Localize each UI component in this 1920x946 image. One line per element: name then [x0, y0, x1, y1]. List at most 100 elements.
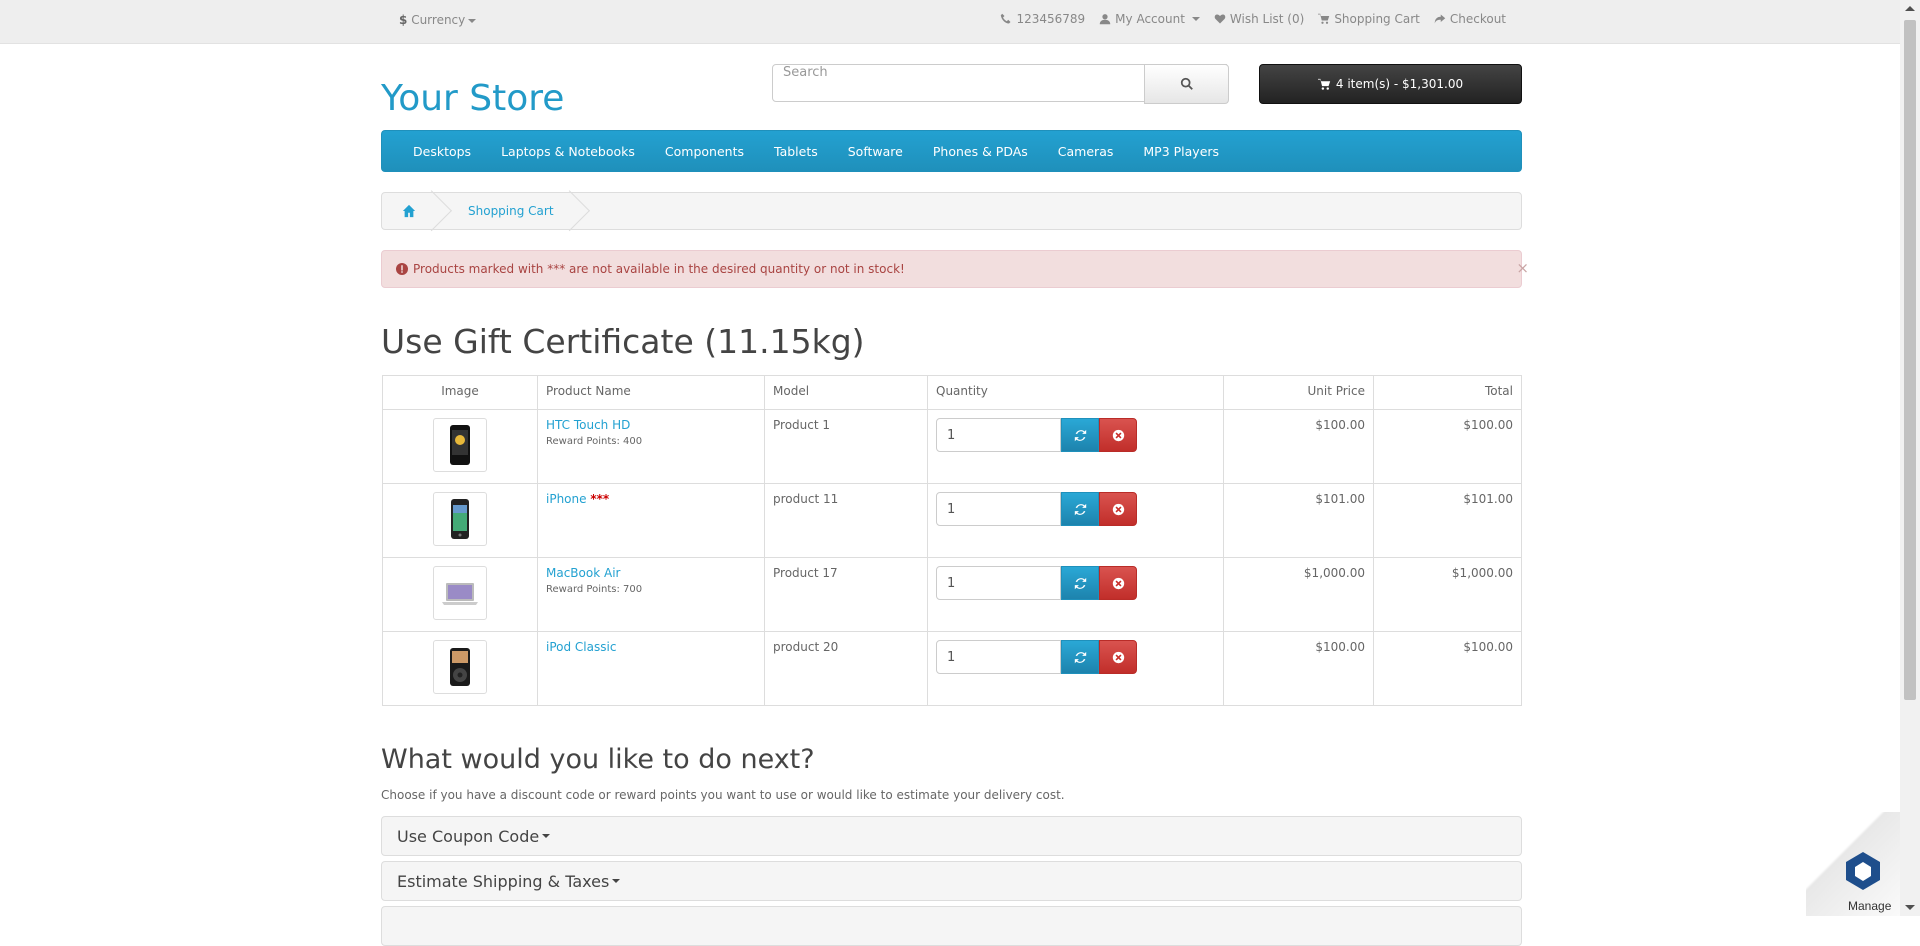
next-section-description: Choose if you have a discount code or re… [381, 788, 1065, 802]
wishlist-link[interactable]: Wish List (0) [1214, 12, 1304, 26]
times-circle-icon [1112, 577, 1124, 589]
update-button[interactable] [1061, 492, 1099, 526]
remove-button[interactable] [1099, 640, 1137, 674]
top-bar: $ Currency 123456789 My Account Wish Lis… [0, 0, 1900, 44]
product-name-link[interactable]: iPhone [546, 492, 587, 506]
cart-icon [1318, 13, 1330, 24]
table-row: MacBook Air Reward Points: 700 Product 1… [382, 557, 1522, 632]
quantity-cell: 1 [927, 409, 1224, 484]
main-menu: Desktops Laptops & Notebooks Components … [381, 130, 1522, 172]
remove-button[interactable] [1099, 566, 1137, 600]
coupon-code-panel[interactable]: Use Coupon Code [381, 816, 1522, 856]
quantity-input[interactable]: 1 [936, 492, 1061, 526]
reward-points: Reward Points: 700 [546, 584, 643, 595]
breadcrumb-home[interactable] [382, 193, 436, 229]
product-thumbnail[interactable] [433, 418, 487, 472]
quantity-cell: 1 [927, 631, 1224, 706]
product-name-link[interactable]: MacBook Air [546, 566, 620, 580]
product-name-link[interactable]: HTC Touch HD [546, 418, 630, 432]
total-cell: $100.00 [1373, 409, 1522, 484]
menu-item-desktops[interactable]: Desktops [398, 144, 486, 159]
share-icon [1434, 14, 1446, 24]
model-cell: product 20 [764, 631, 928, 706]
chevron-down-icon [612, 879, 621, 883]
menu-item-laptops[interactable]: Laptops & Notebooks [486, 144, 650, 159]
checkout-link[interactable]: Checkout [1434, 12, 1506, 26]
remove-button[interactable] [1099, 418, 1137, 452]
vertical-scrollbar[interactable] [1900, 0, 1920, 916]
product-image-cell [382, 557, 538, 632]
quantity-input[interactable]: 1 [936, 566, 1061, 600]
refresh-icon [1074, 651, 1086, 663]
product-thumbnail[interactable] [433, 566, 487, 620]
times-circle-icon [1112, 429, 1124, 441]
unit-price-cell: $1,000.00 [1223, 557, 1374, 632]
store-logo[interactable]: Your Store [381, 78, 564, 119]
product-thumbnail[interactable] [433, 640, 487, 694]
phone-link[interactable]: 123456789 [1000, 12, 1085, 26]
heart-icon [1214, 14, 1226, 24]
quantity-input[interactable]: 1 [936, 640, 1061, 674]
chevron-down-icon [468, 18, 477, 23]
column-header-product-name: Product Name [537, 375, 765, 410]
iphone-icon [451, 499, 469, 539]
shopping-cart-label: Shopping Cart [1334, 12, 1420, 26]
update-button[interactable] [1061, 640, 1099, 674]
quantity-group: 1 [936, 566, 1215, 600]
times-circle-icon [1112, 503, 1124, 515]
refresh-icon [1074, 503, 1086, 515]
product-name-cell: iPod Classic [537, 631, 765, 706]
chevron-down-icon [542, 834, 551, 838]
column-header-unit-price: Unit Price [1223, 375, 1374, 410]
column-header-image: Image [382, 375, 538, 410]
total-cell: $101.00 [1373, 483, 1522, 558]
estimate-shipping-label: Estimate Shipping & Taxes [397, 871, 610, 891]
times-circle-icon [1112, 651, 1124, 663]
my-account-dropdown[interactable]: My Account [1099, 12, 1200, 26]
product-image-cell [382, 409, 538, 484]
next-section-title: What would you like to do next? [381, 744, 815, 775]
menu-item-components[interactable]: Components [650, 144, 759, 159]
manage-label: Manage [1848, 899, 1892, 913]
refresh-icon [1074, 577, 1086, 589]
shopping-cart-link[interactable]: Shopping Cart [1318, 12, 1420, 26]
reward-points: Reward Points: 400 [546, 436, 643, 447]
scroll-up-arrow[interactable] [1905, 6, 1915, 11]
alert-close-button[interactable]: × [1516, 259, 1529, 277]
exclamation-circle-icon [396, 263, 408, 275]
menu-item-software[interactable]: Software [833, 144, 918, 159]
laptop-icon [442, 583, 478, 605]
quantity-input[interactable]: 1 [936, 418, 1061, 452]
menu-item-phones[interactable]: Phones & PDAs [918, 144, 1043, 159]
product-name-link[interactable]: iPod Classic [546, 640, 616, 654]
manage-widget[interactable]: Manage [1806, 812, 1900, 916]
product-name-cell: HTC Touch HD Reward Points: 400 [537, 409, 765, 484]
quantity-cell: 1 [927, 483, 1224, 558]
quantity-group: 1 [936, 640, 1215, 674]
estimate-shipping-panel[interactable]: Estimate Shipping & Taxes [381, 861, 1522, 901]
product-image-cell [382, 483, 538, 558]
top-links: 123456789 My Account Wish List (0) Shopp… [1000, 12, 1506, 26]
total-cell: $1,000.00 [1373, 557, 1522, 632]
update-button[interactable] [1061, 418, 1099, 452]
scroll-down-arrow[interactable] [1905, 905, 1915, 910]
breadcrumb-shopping-cart[interactable]: Shopping Cart [436, 193, 574, 229]
update-button[interactable] [1061, 566, 1099, 600]
cart-summary-button[interactable]: 4 item(s) - $1,301.00 [1259, 64, 1522, 104]
scrollbar-thumb[interactable] [1904, 20, 1916, 700]
product-thumbnail[interactable] [433, 492, 487, 546]
menu-item-mp3[interactable]: MP3 Players [1128, 144, 1234, 159]
remove-button[interactable] [1099, 492, 1137, 526]
unit-price-cell: $100.00 [1223, 631, 1374, 706]
currency-dropdown[interactable]: $ Currency [399, 13, 477, 27]
phone-black-icon [450, 425, 470, 465]
menu-item-tablets[interactable]: Tablets [759, 144, 833, 159]
menu-item-cameras[interactable]: Cameras [1043, 144, 1129, 159]
model-cell: Product 17 [764, 557, 928, 632]
search-button[interactable] [1144, 64, 1229, 104]
next-option-panel[interactable] [381, 906, 1522, 946]
breadcrumb: Shopping Cart [381, 192, 1522, 230]
column-header-total: Total [1373, 375, 1522, 410]
search-icon [1180, 77, 1193, 90]
unit-price-cell: $100.00 [1223, 409, 1374, 484]
